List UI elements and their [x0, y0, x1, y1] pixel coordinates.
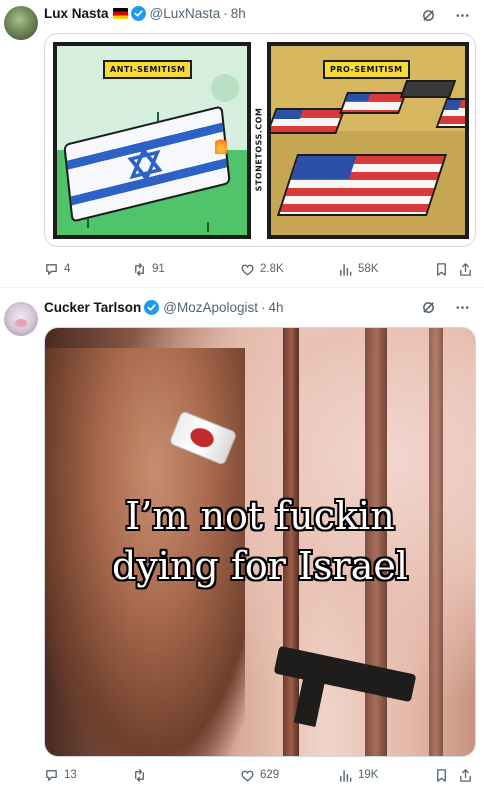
bookmark-button[interactable] — [434, 768, 449, 783]
grass-shape — [207, 222, 209, 232]
repost-icon — [135, 262, 144, 276]
bookmark-button[interactable] — [434, 262, 449, 277]
fire-shape — [215, 136, 227, 154]
tweet-header-actions — [420, 7, 470, 23]
like-button[interactable]: 2.8K — [240, 262, 284, 277]
share-icon — [460, 262, 471, 276]
like-icon — [241, 770, 254, 781]
more-icon[interactable] — [454, 7, 470, 23]
reply-count: 13 — [64, 769, 77, 781]
coffin-shape — [399, 80, 457, 98]
reply-count: 4 — [64, 263, 71, 275]
reply-icon — [46, 769, 57, 781]
repost-count: 91 — [152, 263, 165, 275]
views-icon — [340, 263, 352, 276]
timestamp[interactable]: 8h — [231, 6, 246, 21]
avatar[interactable] — [4, 6, 38, 40]
more-icon[interactable] — [454, 299, 470, 315]
tweet-actions: 13 629 19K — [44, 766, 474, 784]
timestamp[interactable]: 4h — [269, 300, 284, 315]
like-count: 629 — [260, 769, 280, 781]
comic-label-left: ANTI-SEMITISM — [103, 60, 193, 79]
tweet-image[interactable]: I’m not fuckin dying for Israel — [44, 327, 476, 757]
coffin-shape — [435, 98, 465, 128]
views-icon — [340, 769, 352, 782]
tweet-header: Cucker Tarlson @MozApologist · 4h — [44, 298, 284, 316]
grass-shape — [157, 112, 159, 122]
meme-caption-line: I’m not fuckin — [125, 494, 395, 538]
separator-dot: · — [261, 299, 266, 315]
avatar[interactable] — [4, 302, 38, 336]
repost-icon — [135, 768, 144, 782]
separator-dot: · — [223, 5, 228, 21]
tree-shape — [211, 74, 239, 102]
bookmark-icon — [437, 768, 446, 782]
grok-icon[interactable] — [420, 7, 436, 23]
like-button[interactable]: 629 — [240, 768, 279, 783]
views-button[interactable]: 58K — [338, 262, 378, 277]
tweet-image[interactable]: ANTI-SEMITISM STONETOSS.COM PRO-SEMITISM — [44, 33, 476, 247]
flag-draped-coffin-shape — [276, 154, 448, 216]
comic-panel-left: ANTI-SEMITISM — [53, 42, 251, 239]
like-count: 2.8K — [260, 263, 284, 275]
repost-button[interactable]: 91 — [132, 262, 165, 277]
german-flag-icon — [112, 7, 128, 19]
views-button[interactable]: 19K — [338, 768, 378, 783]
like-icon — [241, 264, 254, 275]
view-count: 58K — [358, 263, 379, 275]
reply-button[interactable]: 13 — [44, 768, 77, 783]
share-icon — [460, 768, 471, 782]
verified-badge-icon[interactable] — [144, 299, 160, 315]
tweet-header-actions — [420, 299, 470, 315]
display-name[interactable]: Cucker Tarlson — [44, 300, 141, 315]
share-button[interactable] — [458, 262, 473, 277]
comic-label-right: PRO-SEMITISM — [323, 60, 410, 79]
display-name[interactable]: Lux Nasta — [44, 6, 109, 21]
repost-button[interactable] — [132, 768, 152, 783]
meme-photo: I’m not fuckin dying for Israel — [45, 328, 475, 756]
verified-badge-icon[interactable] — [130, 5, 146, 21]
bookmark-icon — [437, 262, 446, 276]
meme-caption-line: dying for Israel — [112, 544, 408, 588]
user-handle[interactable]: @MozApologist — [163, 300, 258, 315]
comic-watermark: STONETOSS.COM — [254, 107, 264, 191]
reply-button[interactable]: 4 — [44, 262, 70, 277]
user-handle[interactable]: @LuxNasta — [150, 6, 221, 21]
tweet[interactable]: Lux Nasta @LuxNasta · 8h ANTI-SEMITISM S… — [0, 0, 484, 288]
view-count: 19K — [358, 769, 379, 781]
tweet-actions: 4 91 2.8K 58K — [44, 260, 474, 278]
coffin-shape — [338, 92, 408, 114]
share-button[interactable] — [458, 768, 473, 783]
grok-icon[interactable] — [420, 299, 436, 315]
israeli-flag-shape — [63, 105, 231, 223]
coffin-shape — [271, 108, 346, 134]
comic-panel-right: PRO-SEMITISM — [267, 42, 469, 239]
tweet-header: Lux Nasta @LuxNasta · 8h — [44, 4, 246, 22]
reply-icon — [46, 263, 57, 275]
grass-shape — [87, 218, 89, 228]
